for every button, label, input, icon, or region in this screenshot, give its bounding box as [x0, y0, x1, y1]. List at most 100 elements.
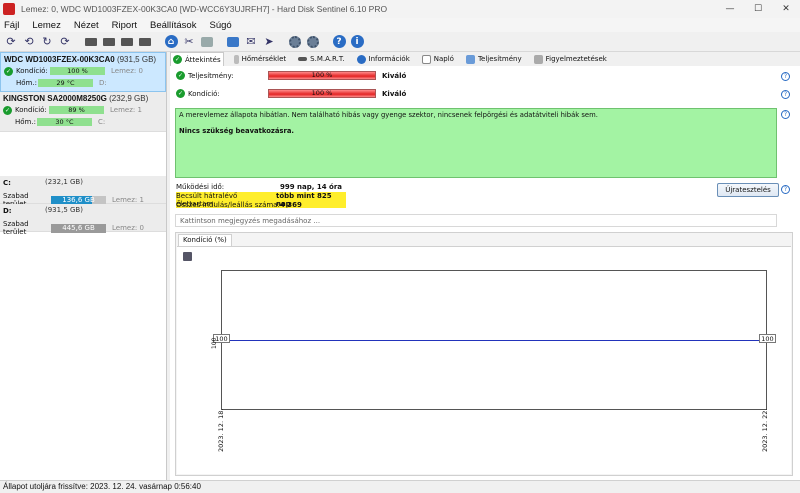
- free-space-label: Szabad terület: [3, 220, 29, 236]
- status-message: A merevlemez állapota hibátlan. Nem talá…: [179, 111, 598, 119]
- health-bar: 100 %: [268, 89, 376, 98]
- ok-check-icon: ✓: [176, 89, 185, 98]
- x-tick-label: 2023. 12. 22.: [761, 408, 769, 452]
- menu-view[interactable]: Nézet: [74, 20, 99, 31]
- close-button[interactable]: ✕: [772, 0, 800, 18]
- volume-letter: D:: [3, 207, 12, 215]
- disk-test-icon[interactable]: [83, 34, 99, 50]
- disk-entry-1[interactable]: KINGSTON SA2000M8250G (232,9 GB) ✓ Kondí…: [0, 92, 166, 132]
- health-bar: 89 %: [49, 106, 104, 114]
- status-bar: Állapot utoljára frissítve: 2023. 12. 24…: [0, 480, 800, 493]
- volume-entry-c[interactable]: C: (232,1 GB) Szabad terület 136,6 GB Le…: [0, 176, 166, 208]
- toolbar: ⟳ ⟲ ↻ ⟳ ⌂ ✂ ✉ ➤ ? i: [0, 32, 800, 52]
- overview-content: ✓ Teljesítmény: 100 % Kiváló ? ✓ Kondíci…: [170, 66, 800, 480]
- health-value: Kiváló: [382, 89, 407, 98]
- thermometer-icon: [233, 54, 239, 64]
- menu-settings[interactable]: Beállítások: [150, 20, 196, 31]
- info-icon[interactable]: i: [349, 34, 365, 50]
- disk-list-panel: WDC WD1003FZEX-00K3CA0 (931,5 GB) ✓ Kond…: [0, 52, 167, 480]
- volume-letter: C:: [3, 179, 11, 187]
- send-icon[interactable]: ➤: [261, 34, 277, 50]
- disk-tools-icon[interactable]: [137, 34, 153, 50]
- note-input[interactable]: Kattintson megjegyzés megadásához ...: [175, 214, 777, 227]
- ok-check-icon: ✓: [176, 71, 185, 80]
- report-icon[interactable]: [225, 34, 241, 50]
- disk-entry-0[interactable]: WDC WD1003FZEX-00K3CA0 (931,5 GB) ✓ Kond…: [0, 52, 166, 92]
- info-row: Működési idő: 999 nap, 14 óra: [176, 183, 342, 191]
- tab-log[interactable]: Napló: [420, 52, 456, 66]
- disk-check-icon[interactable]: [119, 34, 135, 50]
- refresh-all-icon[interactable]: ⟲: [21, 34, 37, 50]
- rescan-icon[interactable]: ↻: [39, 34, 55, 50]
- toolbar-separator: [155, 34, 161, 50]
- toolbar-separator: [217, 34, 223, 50]
- menu-help[interactable]: Súgó: [209, 20, 231, 31]
- info-label: Összes indulás/leállás száma:: [176, 201, 280, 209]
- log-icon: [421, 54, 431, 64]
- health-row: ✓ Kondíció: 100 % Kiváló: [176, 89, 406, 98]
- advanced-settings-icon[interactable]: [305, 34, 321, 50]
- disk-name: KINGSTON SA2000M8250G (232,9 GB): [3, 94, 149, 103]
- health-label: Kondíció:: [15, 106, 47, 114]
- menu-report[interactable]: Riport: [112, 20, 137, 31]
- ok-check-icon: ✓: [4, 66, 13, 76]
- info-label: Működési idő:: [176, 183, 225, 191]
- window-title: Lemez: 0, WDC WD1003FZEX-00K3CA0 [WD-WCC…: [21, 4, 388, 14]
- performance-value: Kiváló: [382, 71, 407, 80]
- tab-alerts[interactable]: Figyelmeztetések: [532, 52, 609, 66]
- smart-icon: [298, 57, 308, 61]
- disk-name: WDC WD1003FZEX-00K3CA0 (931,5 GB): [4, 55, 157, 64]
- question-icon[interactable]: ?: [781, 72, 790, 81]
- menu-disk[interactable]: Lemez: [32, 20, 61, 31]
- maximize-button[interactable]: ☐: [744, 0, 772, 18]
- tab-smart[interactable]: S.M.A.R.T.: [296, 52, 346, 66]
- toolbar-separator: [323, 34, 329, 50]
- ok-check-icon: ✓: [173, 55, 182, 64]
- menu-file[interactable]: Fájl: [4, 20, 19, 31]
- drive-letters: D:: [99, 79, 107, 87]
- surface-test-icon[interactable]: [101, 34, 117, 50]
- end-value-tag: 100: [759, 334, 776, 343]
- info-value: 999 nap, 14 óra: [280, 183, 343, 191]
- chart-tab[interactable]: Kondíció (%): [178, 234, 232, 246]
- email-icon[interactable]: ✉: [243, 34, 259, 50]
- chart-area: 100 100 100 2023. 12. 18. 2023. 12. 22.: [177, 246, 791, 474]
- app-icon: [3, 3, 15, 15]
- menu-bar: Fájl Lemez Nézet Riport Beállítások Súgó: [0, 18, 800, 32]
- network-icon[interactable]: ⌂: [163, 34, 179, 50]
- plot-area: [221, 270, 768, 410]
- disk-ref: Lemez: 1: [110, 106, 142, 114]
- tab-temperature[interactable]: Hőmérséklet: [232, 52, 289, 66]
- tab-performance[interactable]: Teljesítmény: [464, 52, 524, 66]
- performance-label: Teljesítmény:: [188, 71, 234, 80]
- question-icon[interactable]: ?: [781, 185, 790, 194]
- info-icon: [356, 54, 366, 64]
- info-row: Összes indulás/leállás száma: 4 369: [176, 201, 302, 209]
- info-value: 4 369: [280, 201, 302, 209]
- question-icon[interactable]: ?: [781, 90, 790, 99]
- volume-disk-ref: Lemez: 0: [112, 224, 144, 232]
- chart-icon: [465, 54, 475, 64]
- refresh-icon[interactable]: ⟳: [3, 34, 19, 50]
- tab-information[interactable]: Információk: [355, 52, 412, 66]
- save-icon[interactable]: [183, 252, 192, 261]
- volume-size: (232,1 GB): [45, 178, 83, 186]
- toolbar-separator: [279, 34, 285, 50]
- printer-icon[interactable]: [199, 34, 215, 50]
- health-label: Kondíció:: [16, 67, 48, 75]
- tab-overview[interactable]: ✓ Áttekintés: [170, 52, 224, 66]
- question-icon[interactable]: ?: [781, 110, 790, 119]
- retest-button[interactable]: Újratesztelés: [717, 183, 779, 197]
- scissors-icon[interactable]: ✂: [181, 34, 197, 50]
- volume-entry-d[interactable]: D: (931,5 GB) Szabad terület 445,6 GB Le…: [0, 204, 166, 236]
- x-tick-label: 2023. 12. 18.: [217, 408, 225, 452]
- disk-ref: Lemez: 0: [111, 67, 143, 75]
- minimize-button[interactable]: —: [716, 0, 744, 18]
- settings-gear-icon[interactable]: [287, 34, 303, 50]
- help-icon[interactable]: ?: [331, 34, 347, 50]
- performance-bar: 100 %: [268, 71, 376, 80]
- status-message-box: A merevlemez állapota hibátlan. Nem talá…: [175, 108, 777, 178]
- stop-icon[interactable]: ⟳: [57, 34, 73, 50]
- temp-bar: 30 °C: [37, 118, 92, 126]
- temp-label: Hőm.:: [15, 118, 36, 126]
